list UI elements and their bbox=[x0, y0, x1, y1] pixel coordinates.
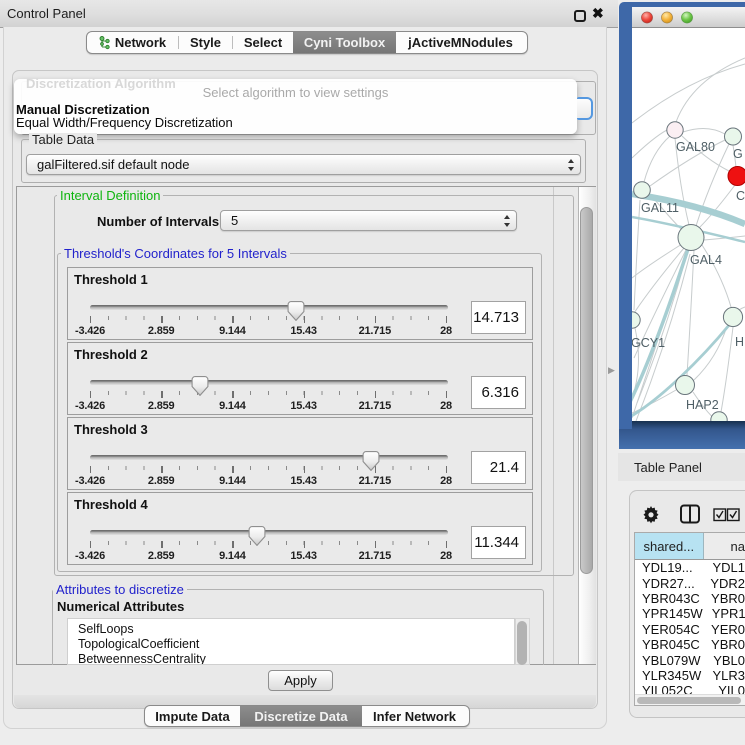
svg-text:G: G bbox=[733, 147, 743, 161]
svg-text:GCY1: GCY1 bbox=[632, 336, 665, 350]
svg-text:HAP2: HAP2 bbox=[686, 398, 719, 412]
svg-text:H: H bbox=[735, 335, 744, 349]
svg-text:GAL11: GAL11 bbox=[641, 201, 679, 215]
svg-text:GAL80: GAL80 bbox=[676, 140, 715, 154]
svg-text:GAL4: GAL4 bbox=[690, 253, 722, 267]
svg-text:C: C bbox=[736, 189, 745, 203]
